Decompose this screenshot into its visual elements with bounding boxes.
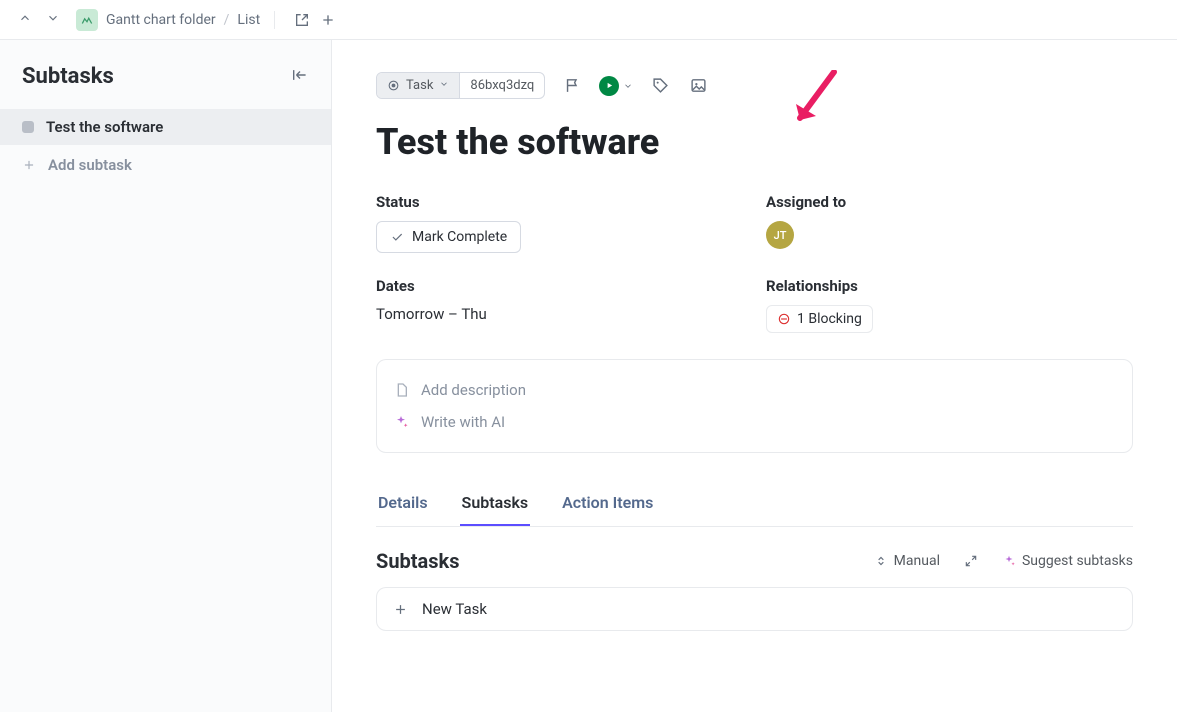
nav-down-icon[interactable] <box>46 10 60 29</box>
tab-subtasks[interactable]: Subtasks <box>460 485 531 526</box>
assigned-field: Assigned to JT <box>766 193 1133 253</box>
new-task-label: New Task <box>422 600 487 618</box>
task-type-group: Task 86bxq3dzq <box>376 72 545 99</box>
expand-icon[interactable] <box>964 554 978 568</box>
collapse-sidebar-icon[interactable] <box>291 67 309 86</box>
mark-complete-label: Mark Complete <box>412 229 507 245</box>
blocking-chip[interactable]: 1 Blocking <box>766 305 873 333</box>
dates-field: Dates Tomorrow – Thu <box>376 277 746 333</box>
new-task-button[interactable]: New Task <box>376 587 1133 631</box>
chart-folder-icon <box>76 9 98 31</box>
add-subtask-label: Add subtask <box>48 156 132 174</box>
task-title[interactable]: Test the software <box>376 121 1133 163</box>
task-id-text: 86bxq3dzq <box>470 78 534 93</box>
main-panel: Task 86bxq3dzq Test the software <box>332 40 1177 712</box>
status-square-icon <box>22 121 34 133</box>
time-tracker[interactable] <box>599 76 633 96</box>
sort-label: Manual <box>894 553 940 569</box>
task-id[interactable]: 86bxq3dzq <box>459 73 544 98</box>
play-icon <box>599 76 619 96</box>
image-icon[interactable] <box>687 75 709 97</box>
nav-up-icon[interactable] <box>18 10 32 29</box>
suggest-subtasks-button[interactable]: Suggest subtasks <box>1002 553 1133 569</box>
topbar: Gantt chart folder / List <box>0 0 1177 40</box>
assigned-label: Assigned to <box>766 193 1133 211</box>
breadcrumb-separator: / <box>224 12 230 28</box>
chevron-down-icon <box>623 76 633 95</box>
divider <box>274 11 275 29</box>
sidebar-item-label: Test the software <box>46 118 163 136</box>
assignee-avatar[interactable]: JT <box>766 221 794 249</box>
mark-complete-button[interactable]: Mark Complete <box>376 221 521 253</box>
sidebar-item-test-the-software[interactable]: Test the software <box>0 109 331 145</box>
blocking-text: 1 Blocking <box>797 311 862 327</box>
subtasks-section-title: Subtasks <box>376 549 459 573</box>
add-subtask-button[interactable]: Add subtask <box>0 145 331 185</box>
new-tab-icon[interactable] <box>315 7 341 33</box>
tab-action-items[interactable]: Action Items <box>560 485 655 526</box>
tab-details[interactable]: Details <box>376 485 430 526</box>
breadcrumb: Gantt chart folder / List <box>76 9 260 31</box>
tag-icon[interactable] <box>649 75 671 97</box>
breadcrumb-folder[interactable]: Gantt chart folder <box>106 12 216 28</box>
relationships-label: Relationships <box>766 277 1133 295</box>
write-with-ai-label: Write with AI <box>421 413 505 431</box>
dates-label: Dates <box>376 277 746 295</box>
description-box: Add description Write with AI <box>376 359 1133 453</box>
sidebar-title: Subtasks <box>22 64 114 89</box>
suggest-subtasks-label: Suggest subtasks <box>1022 553 1133 569</box>
share-icon[interactable] <box>289 7 315 33</box>
relationships-field: Relationships 1 Blocking <box>766 277 1133 333</box>
task-toolbar: Task 86bxq3dzq <box>376 72 1133 99</box>
task-type-label: Task <box>406 78 433 93</box>
add-description-button[interactable]: Add description <box>393 374 1116 406</box>
write-with-ai-button[interactable]: Write with AI <box>393 406 1116 438</box>
task-type-dropdown[interactable]: Task <box>377 73 459 98</box>
sidebar: Subtasks Test the software Add subtask <box>0 40 332 712</box>
add-description-label: Add description <box>421 381 526 399</box>
chevron-down-icon <box>439 78 449 93</box>
sort-dropdown[interactable]: Manual <box>874 553 940 569</box>
breadcrumb-view[interactable]: List <box>237 12 260 28</box>
status-field: Status Mark Complete <box>376 193 746 253</box>
flag-icon[interactable] <box>561 75 583 97</box>
status-label: Status <box>376 193 746 211</box>
dates-value[interactable]: Tomorrow – Thu <box>376 305 746 323</box>
tabs: Details Subtasks Action Items <box>376 485 1133 527</box>
